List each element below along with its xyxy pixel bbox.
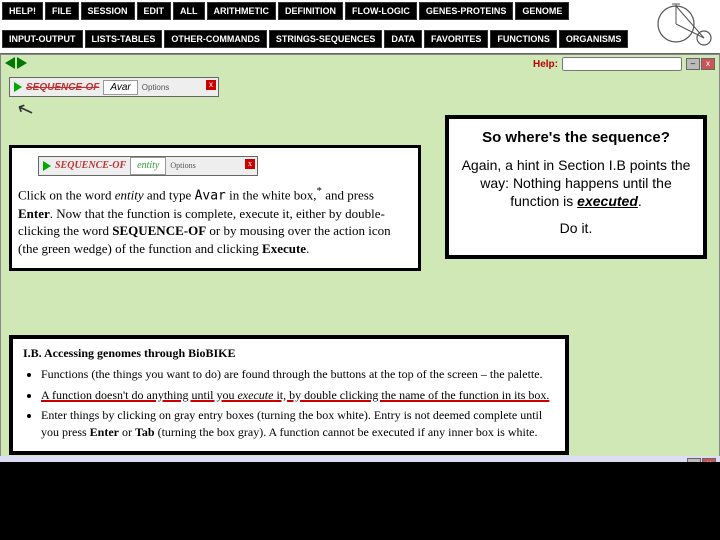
callout-body: Again, a hint in Section I.B points the … [457, 156, 695, 211]
menu-other-commands[interactable]: OTHER-COMMANDS [164, 30, 267, 48]
ib-bullet-3: Enter things by clicking on gray entry b… [41, 407, 555, 441]
function-box-sequence-of[interactable]: SEQUENCE-OF Avar Options x [9, 77, 219, 97]
box-close-icon: x [245, 159, 255, 169]
menu-session[interactable]: SESSION [81, 2, 135, 20]
callout-doit: Do it. [457, 219, 695, 237]
action-wedge-icon[interactable] [14, 82, 22, 92]
menu-organisms[interactable]: ORGANISMS [559, 30, 629, 48]
menu-definition[interactable]: DEFINITION [278, 2, 343, 20]
help-bar: Help: – x [1, 55, 719, 73]
function-name-label: SEQUENCE-OF [55, 159, 126, 173]
bicycle-logo-icon [654, 0, 716, 48]
close-icon[interactable]: x [701, 58, 715, 70]
nav-forward-icon[interactable] [17, 57, 27, 69]
ib-bullet-1: Functions (the things you want to do) ar… [41, 366, 555, 383]
menu-functions[interactable]: FUNCTIONS [490, 30, 557, 48]
callout-title: So where's the sequence? [457, 129, 695, 146]
menu-lists-tables[interactable]: LISTS-TABLES [85, 30, 163, 48]
help-input[interactable] [562, 57, 682, 71]
menu-input-output[interactable]: INPUT-OUTPUT [2, 30, 83, 48]
hint-callout: So where's the sequence? Again, a hint i… [445, 115, 707, 259]
instruction-panel: SEQUENCE-OF entity Options x Click on th… [9, 145, 421, 271]
menu-file[interactable]: FILE [45, 2, 79, 20]
menu-flowlogic[interactable]: FLOW-LOGIC [345, 2, 417, 20]
menu-strings-sequences[interactable]: STRINGS-SEQUENCES [269, 30, 383, 48]
menu-genes-proteins[interactable]: GENES-PROTEINS [419, 2, 514, 20]
section-ib-title: I.B. Accessing genomes through BioBIKE [23, 345, 555, 362]
options-label: Options [170, 161, 195, 172]
bottom-black-band [0, 462, 720, 540]
menu-edit[interactable]: EDIT [137, 2, 172, 20]
cursor-arrow-icon: ↖ [13, 95, 37, 124]
workspace-area: Help: – x SEQUENCE-OF Avar Options x ↖ S… [0, 54, 720, 462]
menu-all[interactable]: ALL [173, 2, 205, 20]
nav-arrows [5, 57, 27, 69]
menu-arithmetic[interactable]: ARITHMETIC [207, 2, 277, 20]
menu-data[interactable]: DATA [384, 30, 422, 48]
instruction-text: Click on the word entity and type Avar i… [18, 184, 412, 258]
action-wedge-icon [43, 161, 51, 171]
function-name-label: SEQUENCE-OF [26, 82, 99, 93]
top-menu-bar: HELP! FILE SESSION EDIT ALL ARITHMETIC D… [0, 0, 720, 54]
minimize-icon[interactable]: – [686, 58, 700, 70]
ib-bullet-2: A function doesn't do anything until you… [41, 387, 555, 404]
arg-entry-entity: entity [130, 157, 166, 175]
box-close-icon[interactable]: x [206, 80, 216, 90]
help-label: Help: [533, 59, 558, 70]
menu-genome[interactable]: GENOME [515, 2, 569, 20]
options-label[interactable]: Options [142, 83, 170, 92]
menu-help[interactable]: HELP! [2, 2, 43, 20]
section-ib-panel: I.B. Accessing genomes through BioBIKE F… [9, 335, 569, 455]
function-box-example: SEQUENCE-OF entity Options x [38, 156, 258, 176]
nav-back-icon[interactable] [5, 57, 15, 69]
arg-entry-avar[interactable]: Avar [103, 80, 137, 95]
menu-favorites[interactable]: FAVORITES [424, 30, 488, 48]
